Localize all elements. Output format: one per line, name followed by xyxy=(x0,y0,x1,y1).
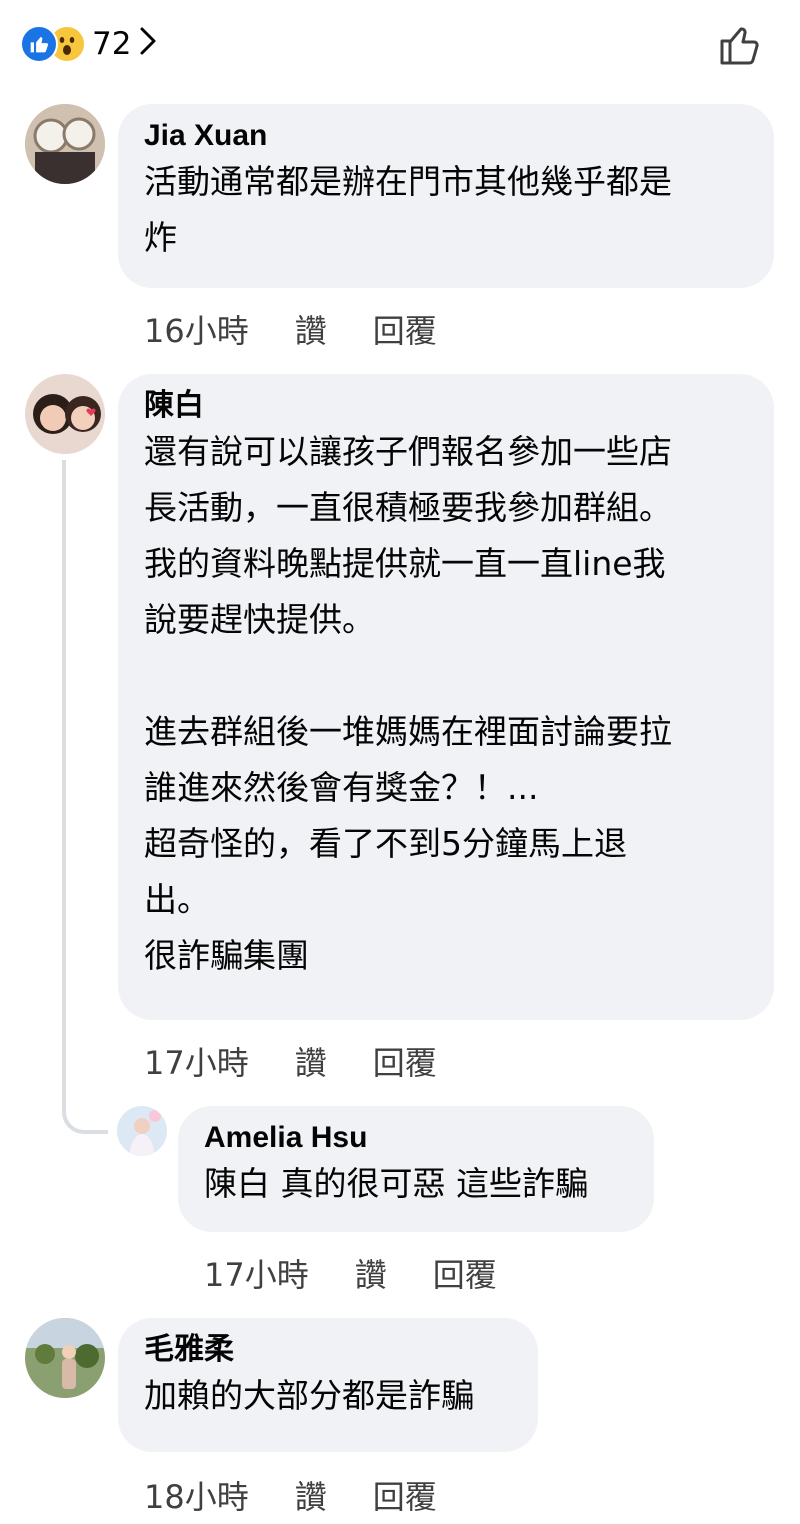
reply-button[interactable]: 回覆 xyxy=(373,306,437,352)
avatar[interactable] xyxy=(25,104,105,184)
reaction-summary[interactable]: 72 xyxy=(20,22,157,66)
like-button[interactable]: 讚 xyxy=(295,1038,327,1084)
reply-button[interactable]: 回覆 xyxy=(373,1472,437,1518)
avatar[interactable] xyxy=(117,1106,167,1156)
comment-bubble: Jia Xuan 活動通常都是辦在門市其他幾乎都是 炸 xyxy=(118,104,774,288)
comment-timestamp[interactable]: 17小時 xyxy=(204,1250,309,1296)
comment-bubble: 毛雅柔 加賴的大部分都是詐騙 xyxy=(118,1318,538,1452)
reply-button[interactable]: 回覆 xyxy=(433,1250,497,1296)
avatar[interactable] xyxy=(25,1318,105,1398)
chevron-right-icon xyxy=(139,26,157,62)
like-button[interactable]: 讚 xyxy=(355,1250,387,1296)
avatar[interactable] xyxy=(25,374,105,454)
comment-author[interactable]: 陳白 xyxy=(144,388,750,424)
reaction-count: 72 xyxy=(92,26,132,62)
comment-author[interactable]: 毛雅柔 xyxy=(144,1332,514,1368)
reply-button[interactable]: 回覆 xyxy=(373,1038,437,1084)
comment-text: 還有說可以讓孩子們報名參加一些店 長活動，一直很積極要我參加群組。 我的資料晚點… xyxy=(144,432,672,975)
comment-timestamp[interactable]: 16小時 xyxy=(144,306,249,352)
like-reaction-icon xyxy=(20,25,58,63)
comment-text: 活動通常都是辦在門市其他幾乎都是 炸 xyxy=(144,162,672,257)
comment-text: 加賴的大部分都是詐騙 xyxy=(144,1376,474,1415)
comment-bubble: 陳白 還有說可以讓孩子們報名參加一些店 長活動，一直很積極要我參加群組。 我的資… xyxy=(118,374,774,1020)
like-button[interactable]: 讚 xyxy=(295,1472,327,1518)
comment-text: 陳白 真的很可惡 這些詐騙 xyxy=(204,1164,588,1203)
like-button[interactable]: 讚 xyxy=(295,306,327,352)
comment-actions: 17小時 讚 回覆 xyxy=(144,1038,437,1084)
thumbs-up-icon[interactable] xyxy=(716,22,762,68)
thread-connector xyxy=(62,460,108,1134)
comment-actions: 18小時 讚 回覆 xyxy=(144,1472,437,1518)
comment-author[interactable]: Amelia Hsu xyxy=(204,1120,630,1156)
comment-author[interactable]: Jia Xuan xyxy=(144,118,750,154)
comment-actions: 16小時 讚 回覆 xyxy=(144,306,437,352)
comment-timestamp[interactable]: 17小時 xyxy=(144,1038,249,1084)
reply-bubble: Amelia Hsu 陳白 真的很可惡 這些詐騙 xyxy=(178,1106,654,1232)
comment-timestamp[interactable]: 18小時 xyxy=(144,1472,249,1518)
comment-actions: 17小時 讚 回覆 xyxy=(204,1250,497,1296)
